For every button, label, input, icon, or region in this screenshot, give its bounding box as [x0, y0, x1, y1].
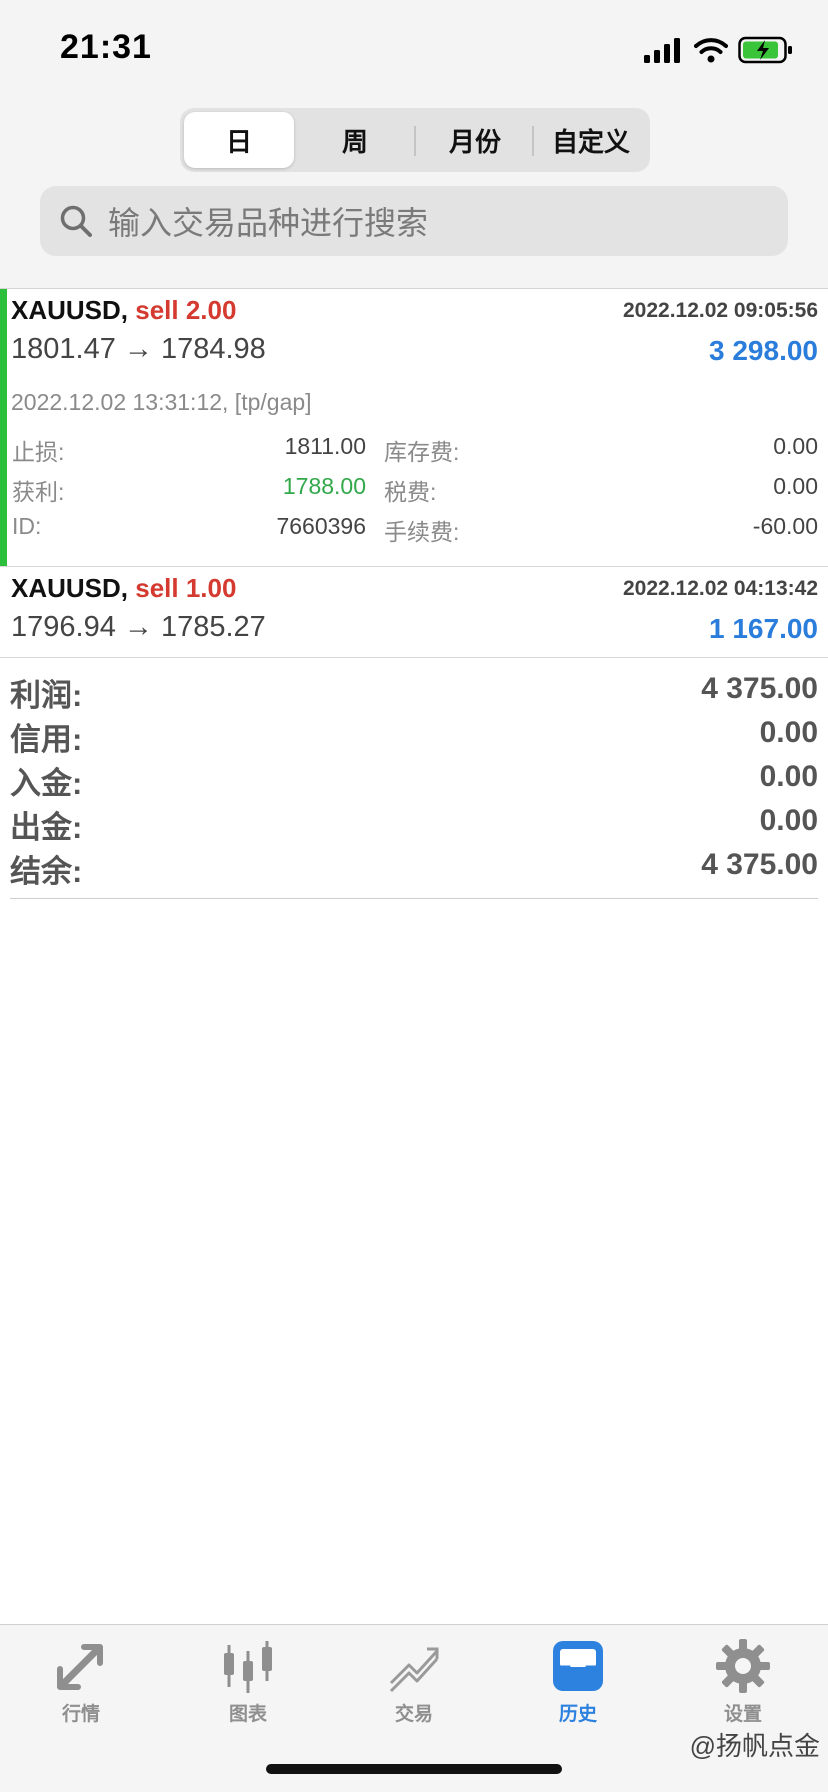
- home-indicator: [266, 1764, 562, 1774]
- swap-label: 库存费:: [384, 439, 460, 465]
- deal-symbol-line: XAUUSD, sell 1.00: [11, 573, 236, 604]
- deal-side-volume: sell 2.00: [135, 295, 237, 325]
- tab-quotes[interactable]: 行情: [26, 1637, 136, 1747]
- deal-profit: 3 298.00: [709, 335, 818, 366]
- summary-value: 4 375.00: [701, 848, 818, 881]
- wifi-icon: [694, 38, 728, 63]
- quotes-arrows-icon: [57, 1644, 103, 1690]
- segment-month[interactable]: 月份: [420, 112, 530, 168]
- deal-close-info: 2022.12.02 13:31:12, [tp/gap]: [11, 389, 312, 415]
- tab-label: 交易: [394, 1704, 433, 1725]
- id-value: 7660396: [276, 513, 366, 539]
- commission-label: 手续费:: [384, 519, 460, 545]
- deal-open-time: 2022.12.02 04:13:42: [623, 577, 818, 600]
- tab-label: 历史: [558, 1704, 597, 1725]
- history-screen: 21:31 日 周 月份 自定义 输入交易品种进行搜索 XAUUSD, sell…: [0, 0, 828, 1792]
- segment-week[interactable]: 周: [300, 112, 410, 168]
- deal-symbol: XAUUSD,: [11, 573, 129, 603]
- tab-label: 行情: [61, 1704, 100, 1725]
- tab-history[interactable]: 历史: [523, 1637, 633, 1747]
- summary-label: 入金:: [10, 766, 83, 801]
- summary-row-withdrawal: 出金: 0.00: [10, 802, 818, 846]
- deal-row[interactable]: XAUUSD, sell 1.00 2022.12.02 04:13:42 17…: [0, 567, 828, 658]
- status-bar: 21:31: [0, 0, 828, 100]
- inbox-tray-icon: [553, 1641, 603, 1691]
- deal-open-time: 2022.12.02 09:05:56: [623, 299, 818, 322]
- deal-prices: 1801.47 → 1784.98: [11, 333, 266, 365]
- tax-label: 税费:: [384, 479, 437, 505]
- summary-label: 信用:: [10, 722, 83, 757]
- segment-day[interactable]: 日: [184, 112, 294, 168]
- summary-value: 4 375.00: [701, 672, 818, 705]
- search-icon: [60, 205, 92, 237]
- cellular-signal-icon: [644, 38, 680, 63]
- tab-label: 设置: [723, 1704, 762, 1725]
- deal-symbol: XAUUSD,: [11, 295, 129, 325]
- tab-charts[interactable]: 图表: [193, 1637, 303, 1747]
- battery-charging-icon: [738, 36, 792, 64]
- deal-prices: 1796.94 → 1785.27: [11, 611, 266, 643]
- commission-value: -60.00: [752, 513, 818, 539]
- summary-value: 0.00: [759, 804, 818, 837]
- tab-label: 图表: [228, 1704, 267, 1725]
- gear-icon: [716, 1639, 770, 1693]
- status-time: 21:31: [60, 28, 152, 66]
- summary-label: 出金:: [10, 810, 83, 845]
- trade-chart-icon: [389, 1647, 439, 1693]
- period-segmented-control: 日 周 月份 自定义: [180, 108, 650, 172]
- deal-profit: 1 167.00: [709, 613, 818, 644]
- summary-value: 0.00: [759, 716, 818, 749]
- stop-loss-value: 1811.00: [284, 433, 366, 459]
- id-label: ID:: [12, 513, 42, 539]
- deal-side-volume: sell 1.00: [135, 573, 237, 603]
- summary-value: 0.00: [759, 760, 818, 793]
- segment-divider: [532, 126, 534, 156]
- search-placeholder: 输入交易品种进行搜索: [108, 205, 429, 241]
- segment-custom[interactable]: 自定义: [536, 112, 646, 168]
- take-profit-value: 1788.00: [282, 473, 366, 499]
- candlestick-chart-icon: [224, 1641, 272, 1693]
- take-profit-label: 获利:: [12, 479, 65, 505]
- segment-divider: [414, 126, 416, 156]
- summary-label: 结余:: [10, 854, 83, 889]
- header-area: 21:31 日 周 月份 自定义 输入交易品种进行搜索: [0, 0, 828, 289]
- tax-value: 0.00: [773, 473, 818, 499]
- deal-symbol-line: XAUUSD, sell 2.00: [11, 295, 236, 326]
- summary-row-profit: 利润: 4 375.00: [10, 670, 818, 714]
- tab-trade[interactable]: 交易: [359, 1637, 469, 1747]
- watermark: @扬帆点金: [689, 1731, 820, 1761]
- summary-label: 利润:: [10, 678, 83, 713]
- summary-row-deposit: 入金: 0.00: [10, 758, 818, 802]
- summary-row-balance: 结余: 4 375.00: [10, 846, 818, 890]
- search-input[interactable]: 输入交易品种进行搜索: [40, 186, 788, 256]
- status-icons: [644, 34, 794, 66]
- account-summary: 利润: 4 375.00 信用: 0.00 入金: 0.00 出金: 0.00 …: [10, 666, 818, 899]
- swap-value: 0.00: [773, 433, 818, 459]
- stop-loss-label: 止损:: [12, 439, 65, 465]
- deal-row-expanded[interactable]: XAUUSD, sell 2.00 2022.12.02 09:05:56 18…: [0, 289, 828, 567]
- summary-row-credit: 信用: 0.00: [10, 714, 818, 758]
